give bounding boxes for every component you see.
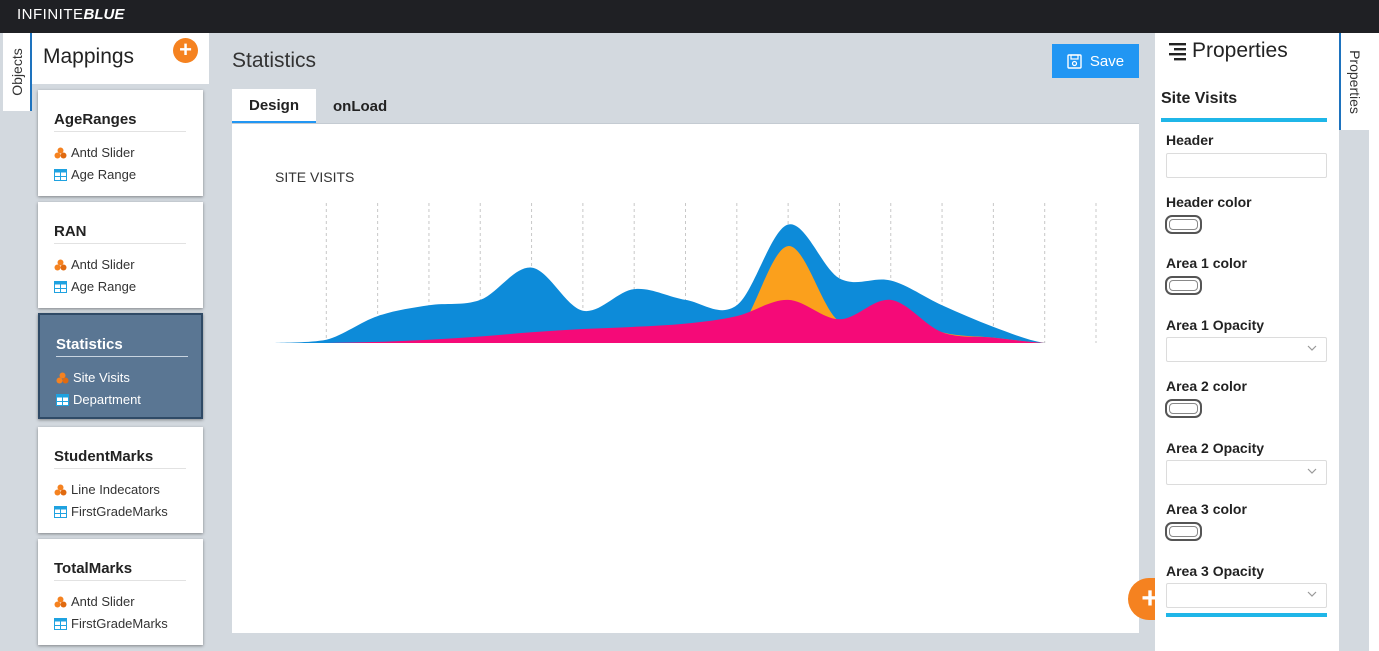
mapping-datasource-label: Age Range: [71, 167, 137, 182]
component-icon: [54, 596, 67, 607]
mapping-datasource-label: FirstGradeMarks: [71, 616, 168, 631]
brand-text-1: INFINITE: [17, 6, 84, 23]
section-divider-bottom: [1166, 613, 1327, 617]
mappings-header: Mappings +: [32, 33, 209, 84]
mapping-component-label: Antd Slider: [71, 257, 135, 272]
save-icon: [1067, 53, 1082, 69]
mapping-component-row: Line Indecators: [54, 482, 160, 497]
save-button[interactable]: Save: [1052, 44, 1139, 78]
mapping-datasource-label: Department: [73, 392, 141, 407]
area3-color-picker[interactable]: [1165, 522, 1202, 541]
objects-tab[interactable]: Objects: [3, 33, 32, 111]
mapping-card-statistics[interactable]: Statistics Site Visits Department: [38, 313, 203, 419]
chevron-down-icon: [1307, 591, 1317, 597]
mapping-component-row: Antd Slider: [54, 594, 135, 609]
tab-onload[interactable]: onLoad: [316, 89, 404, 123]
header-label: Header: [1166, 132, 1214, 148]
table-icon: [54, 280, 67, 293]
mapping-datasource-row: FirstGradeMarks: [54, 616, 168, 631]
divider: [56, 356, 188, 357]
area1-color-picker[interactable]: [1165, 276, 1202, 295]
section-divider: [1161, 118, 1327, 122]
scrollbar-track[interactable]: [1369, 33, 1379, 651]
tab-design[interactable]: Design: [232, 89, 317, 123]
brand-logo[interactable]: INFINITEBLUE: [17, 6, 124, 23]
properties-title: Properties: [1192, 39, 1288, 62]
area1-opacity-label: Area 1 Opacity: [1166, 317, 1265, 333]
area3-opacity-label: Area 3 Opacity: [1166, 563, 1265, 579]
mapping-datasource-row: Age Range: [54, 279, 136, 294]
objects-tab-label: Objects: [8, 48, 25, 96]
mapping-card-ageranges[interactable]: AgeRanges Antd Slider Age Range: [38, 90, 203, 196]
top-bar: INFINITEBLUE: [0, 0, 1379, 33]
site-visits-chart[interactable]: [232, 124, 1139, 634]
component-icon: [56, 372, 69, 383]
editor-tabs: Design onLoad: [232, 89, 404, 123]
mapping-card-title: TotalMarks: [54, 560, 133, 577]
design-canvas[interactable]: SITE VISITS: [232, 123, 1139, 633]
divider: [54, 468, 186, 469]
mapping-datasource-row: FirstGradeMarks: [54, 504, 168, 519]
mapping-card-title: AgeRanges: [54, 111, 137, 128]
mapping-component-label: Antd Slider: [71, 145, 135, 160]
area1-color-label: Area 1 color: [1166, 255, 1247, 271]
mapping-component-row: Antd Slider: [54, 145, 135, 160]
mapping-component-row: Antd Slider: [54, 257, 135, 272]
page-title: Statistics: [232, 49, 317, 72]
mapping-card-studentmarks[interactable]: StudentMarks Line Indecators FirstGradeM…: [38, 427, 203, 533]
table-icon: [56, 393, 69, 406]
table-icon: [54, 168, 67, 181]
header-color-picker[interactable]: [1165, 215, 1202, 234]
properties-header: Properties: [1166, 39, 1288, 63]
properties-section-title: Site Visits: [1161, 90, 1238, 107]
mapping-card-ran[interactable]: RAN Antd Slider Age Range: [38, 202, 203, 308]
component-icon: [54, 484, 67, 495]
chevron-down-icon: [1307, 468, 1317, 474]
mappings-title: Mappings: [43, 45, 135, 68]
area1-opacity-select[interactable]: [1166, 337, 1327, 362]
divider: [54, 243, 186, 244]
mapping-component-label: Antd Slider: [71, 594, 135, 609]
area2-opacity-label: Area 2 Opacity: [1166, 440, 1265, 456]
header-color-label: Header color: [1166, 194, 1252, 210]
header-input[interactable]: [1166, 153, 1327, 178]
mapping-card-title: StudentMarks: [54, 448, 154, 465]
divider: [54, 580, 186, 581]
component-icon: [54, 259, 67, 270]
mappings-panel: Mappings + AgeRanges Antd Slider Age Ran…: [32, 33, 209, 651]
properties-tab[interactable]: Properties: [1339, 33, 1369, 130]
mapping-card-title: Statistics: [56, 336, 123, 353]
component-icon: [54, 147, 67, 158]
properties-tab-label: Properties: [1347, 49, 1363, 114]
mapping-datasource-label: Age Range: [71, 279, 137, 294]
save-button-label: Save: [1089, 52, 1125, 70]
add-mapping-button[interactable]: +: [173, 38, 198, 63]
chevron-down-icon: [1307, 345, 1317, 351]
properties-panel: Properties Site Visits Header Header col…: [1155, 33, 1339, 651]
mapping-component-label: Site Visits: [73, 370, 130, 385]
area3-opacity-select[interactable]: [1166, 583, 1327, 608]
table-icon: [54, 505, 67, 518]
area3-color-label: Area 3 color: [1166, 501, 1247, 517]
area2-color-label: Area 2 color: [1166, 378, 1247, 394]
mapping-datasource-label: FirstGradeMarks: [71, 504, 168, 519]
align-right-icon: [1169, 43, 1186, 61]
table-icon: [54, 617, 67, 630]
mapping-component-label: Line Indecators: [71, 482, 160, 497]
area2-opacity-select[interactable]: [1166, 460, 1327, 485]
divider: [54, 131, 186, 132]
mapping-datasource-row: Department: [56, 392, 141, 407]
mapping-datasource-row: Age Range: [54, 167, 136, 182]
mapping-card-title: RAN: [54, 223, 87, 240]
mapping-card-totalmarks[interactable]: TotalMarks Antd Slider FirstGradeMarks: [38, 539, 203, 645]
area2-color-picker[interactable]: [1165, 399, 1202, 418]
brand-text-2: BLUE: [83, 6, 125, 23]
mapping-component-row: Site Visits: [56, 370, 130, 385]
